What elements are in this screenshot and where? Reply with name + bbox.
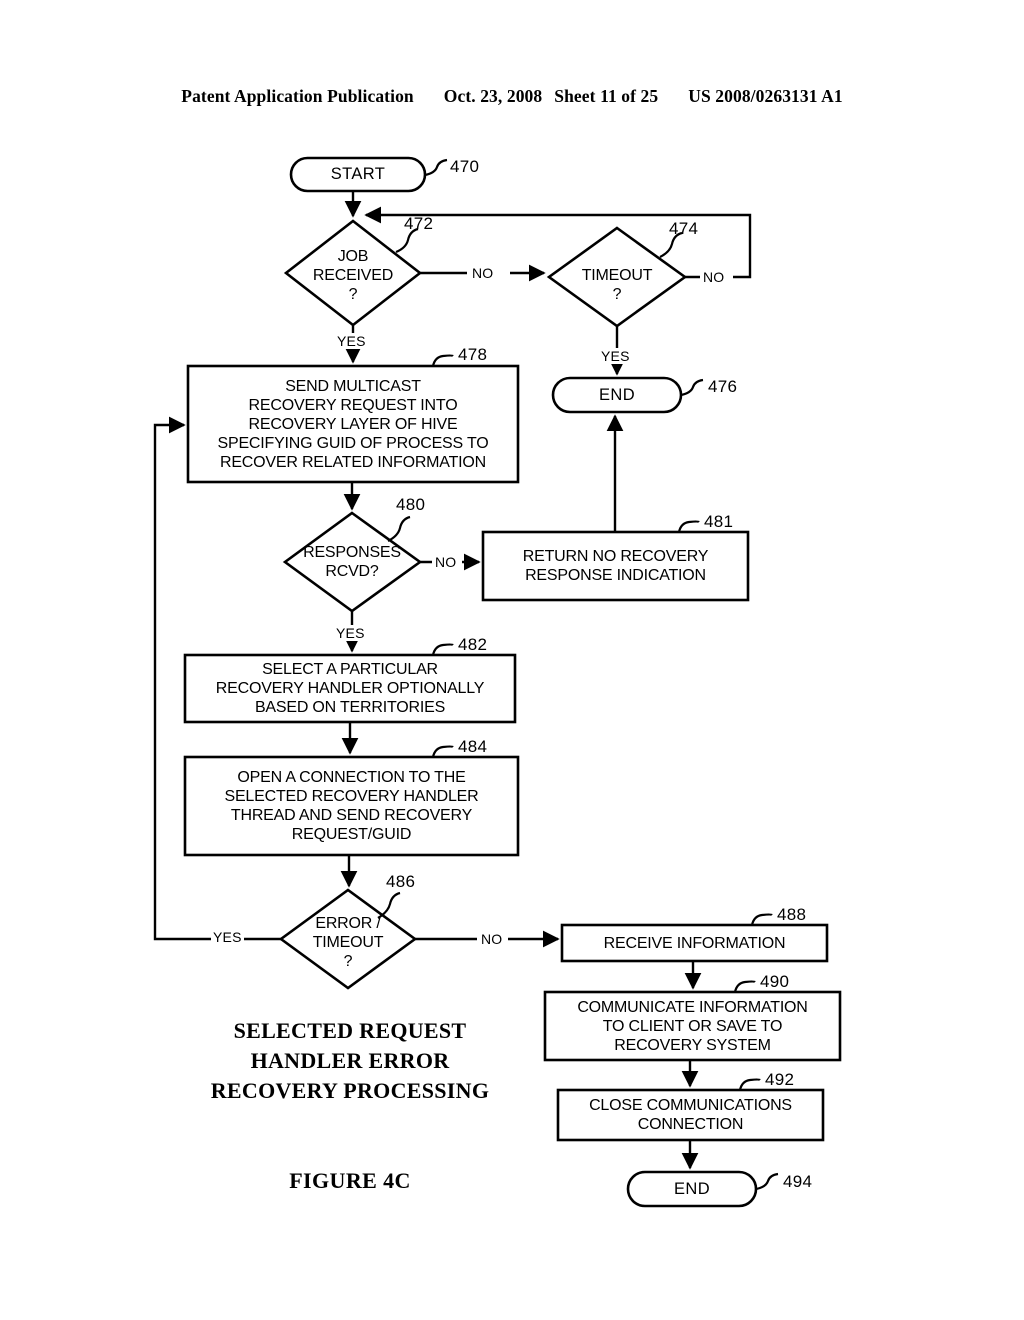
shape-process-484: [183, 755, 520, 857]
leader-484: [431, 745, 454, 758]
figure-number: FIGURE 4C: [289, 1168, 411, 1193]
leader-478: [431, 354, 454, 367]
leader-481: [677, 520, 700, 533]
leader-480: [387, 515, 411, 542]
flowchart-graphics: TIMEOUT --> 478 --> loop back up to 472 …: [153, 156, 842, 1208]
figure-caption: SELECTED REQUEST HANDLER ERROR RECOVERY …: [210, 1018, 490, 1103]
shape-end-494: [626, 1170, 758, 1208]
shape-process-492: [556, 1088, 825, 1142]
leader-490: [733, 980, 756, 993]
edge-474-no-loop: [366, 215, 752, 279]
leader-472: [395, 227, 419, 254]
shape-decision-474: [546, 226, 688, 328]
leader-474: [659, 231, 683, 258]
leader-494: [755, 1172, 779, 1191]
shape-start-470: [289, 156, 427, 193]
leader-482: [431, 643, 454, 656]
leader-470: [424, 158, 448, 177]
shape-decision-486: [278, 888, 418, 990]
shape-process-488: [560, 923, 829, 963]
shape-process-478: [186, 364, 520, 484]
flowchart-figure: TIMEOUT --> 478 --> loop back up to 472 …: [0, 0, 1024, 1320]
leader-476: [680, 378, 704, 397]
leader-488: [750, 913, 773, 926]
shape-end-476: [551, 376, 683, 414]
shape-process-490: [543, 990, 842, 1062]
shape-decision-472: [283, 219, 423, 327]
shape-process-482: [183, 653, 517, 724]
leader-492: [738, 1078, 761, 1091]
shape-process-481: [481, 530, 750, 602]
edge-486-yes-loop: [153, 425, 281, 941]
